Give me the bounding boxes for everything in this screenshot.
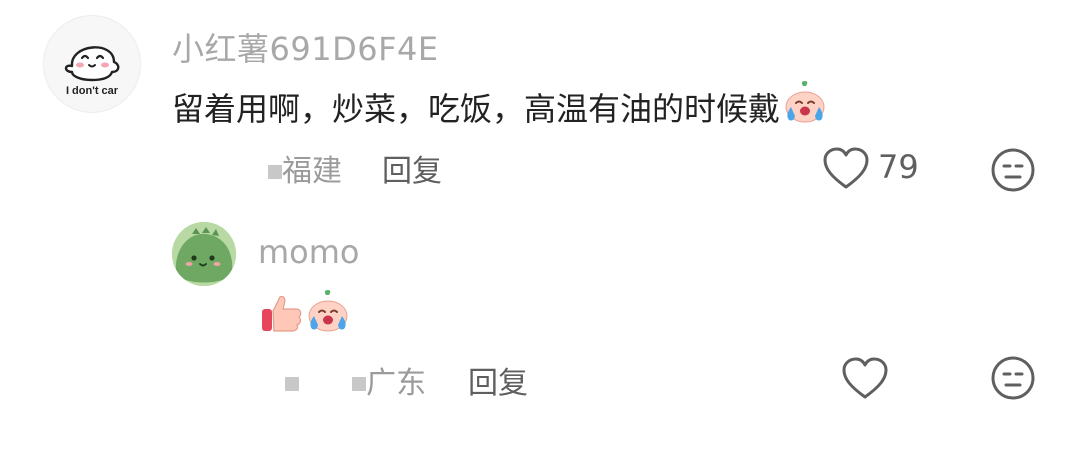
smiling-bun-avatar-icon bbox=[64, 46, 120, 82]
comment-location: 福建 bbox=[268, 146, 342, 190]
thumbs-up-emoji-icon bbox=[260, 291, 304, 339]
crying-bun-emoji-icon bbox=[304, 289, 352, 339]
location-icon bbox=[352, 377, 367, 391]
comment-text: 留着用啊，炒菜，吃饭，高温有油的时候戴 bbox=[172, 80, 828, 134]
reply-button[interactable]: 回复 bbox=[382, 146, 442, 190]
heart-outline-icon[interactable] bbox=[841, 357, 889, 405]
heart-outline-icon[interactable] bbox=[822, 147, 870, 195]
location-label: 广东 bbox=[366, 366, 427, 401]
comment-username[interactable]: 小红薯691D6F4E bbox=[172, 24, 439, 70]
comment-username[interactable]: momo bbox=[258, 233, 360, 271]
location-icon bbox=[268, 165, 282, 179]
avatar[interactable]: I don't car bbox=[43, 15, 141, 113]
like-count: 79 bbox=[878, 148, 919, 186]
avatar-caption: I don't car bbox=[65, 85, 119, 97]
avatar[interactable] bbox=[172, 222, 236, 286]
comment-emojis bbox=[260, 289, 352, 339]
location-icon bbox=[285, 377, 299, 391]
comment-location: 广东 bbox=[285, 358, 426, 402]
meh-face-icon[interactable] bbox=[990, 355, 1036, 405]
green-dino-avatar-icon bbox=[172, 222, 236, 286]
meh-face-icon[interactable] bbox=[990, 147, 1036, 197]
reply-button[interactable]: 回复 bbox=[468, 358, 528, 402]
comment-text-content: 留着用啊，炒菜，吃饭，高温有油的时候戴 bbox=[172, 90, 781, 128]
location-label: 福建 bbox=[282, 154, 342, 189]
crying-bun-emoji-icon bbox=[782, 80, 828, 134]
